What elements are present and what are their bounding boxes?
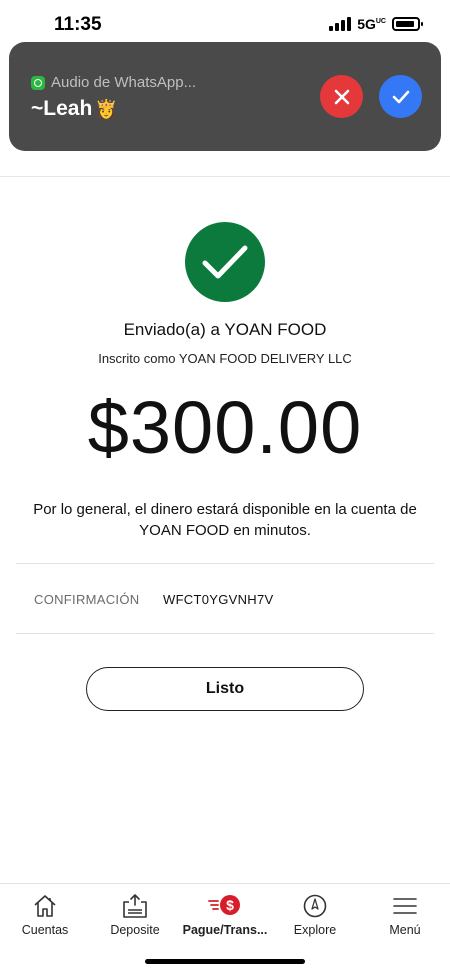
checkmark-icon (392, 90, 409, 103)
network-type: 5G (357, 16, 376, 32)
home-indicator[interactable] (145, 959, 305, 964)
tab-label: Pague/Trans... (182, 923, 268, 937)
network-superscript: UC (375, 18, 386, 25)
confirmation-number: WFCT0YGVNH7V (163, 592, 274, 607)
tab-pague-transfiera[interactable]: $ Pague/Trans... (180, 890, 270, 937)
accept-call-button[interactable] (379, 75, 422, 118)
hamburger-menu-icon (391, 890, 419, 922)
availability-info-text: Por lo general, el dinero estará disponi… (33, 501, 417, 539)
status-indicators: 5GUC (329, 16, 423, 32)
header-divider (0, 176, 450, 177)
transfer-amount: $300.00 (87, 386, 363, 469)
cellular-signal-icon (329, 17, 352, 31)
tab-deposite[interactable]: Deposite (90, 890, 180, 937)
registered-name: Inscrito como YOAN FOOD DELIVERY LLC (98, 351, 352, 366)
confirmation-divider-top (16, 563, 434, 564)
status-bar: 11:35 5GUC (0, 0, 450, 44)
home-icon (31, 890, 59, 922)
tab-label: Explore (293, 923, 337, 937)
tab-cuentas[interactable]: Cuentas (0, 890, 90, 937)
notification-title-row: ~Leah 👸 (31, 97, 118, 121)
decline-call-button[interactable] (320, 75, 363, 118)
confirmation-divider-bottom (16, 633, 434, 634)
princess-emoji-icon: 👸 (95, 98, 118, 119)
tab-label: Menú (389, 923, 421, 937)
whatsapp-notification-banner[interactable]: Audio de WhatsApp... ~Leah 👸 (9, 42, 441, 151)
confirmation-label: CONFIRMACIÓN (34, 592, 140, 607)
recipient-heading: Enviado(a) a YOAN FOOD (123, 320, 327, 339)
notification-app-label: Audio de WhatsApp... (51, 74, 197, 91)
notification-sender: ~Leah (31, 97, 93, 120)
close-icon (334, 89, 349, 104)
pay-transfer-dollar-icon: $ (207, 890, 243, 922)
tab-explore[interactable]: Explore (270, 890, 360, 937)
tab-menu[interactable]: Menú (360, 890, 450, 937)
deposit-upload-icon (120, 890, 150, 922)
done-button[interactable]: Listo (86, 667, 364, 711)
status-time: 11:35 (54, 14, 102, 35)
checkmark-icon (202, 245, 248, 279)
success-checkmark-icon (185, 222, 265, 302)
battery-icon (392, 17, 423, 31)
tab-label: Cuentas (21, 923, 69, 937)
notification-app-row: Audio de WhatsApp... (31, 74, 196, 91)
tab-label: Deposite (110, 923, 160, 937)
compass-icon (301, 890, 329, 922)
whatsapp-icon (31, 75, 45, 90)
svg-text:$: $ (226, 897, 234, 913)
network-label: 5GUC (357, 16, 386, 32)
